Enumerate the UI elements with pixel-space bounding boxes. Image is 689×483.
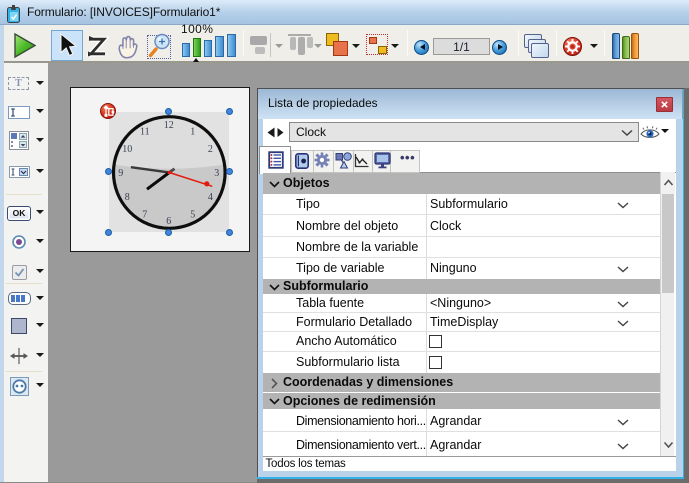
- svg-text:6: 6: [166, 216, 171, 227]
- svg-text:9: 9: [118, 168, 123, 179]
- svg-text:3: 3: [214, 168, 219, 179]
- svg-text:5: 5: [190, 209, 195, 220]
- svg-text:8: 8: [124, 192, 129, 203]
- svg-text:11: 11: [139, 126, 149, 137]
- svg-text:4: 4: [207, 192, 212, 203]
- svg-text:2: 2: [207, 144, 212, 155]
- svg-text:12: 12: [163, 120, 173, 131]
- svg-text:7: 7: [142, 209, 147, 220]
- svg-text:1: 1: [190, 126, 195, 137]
- svg-text:10: 10: [122, 144, 132, 155]
